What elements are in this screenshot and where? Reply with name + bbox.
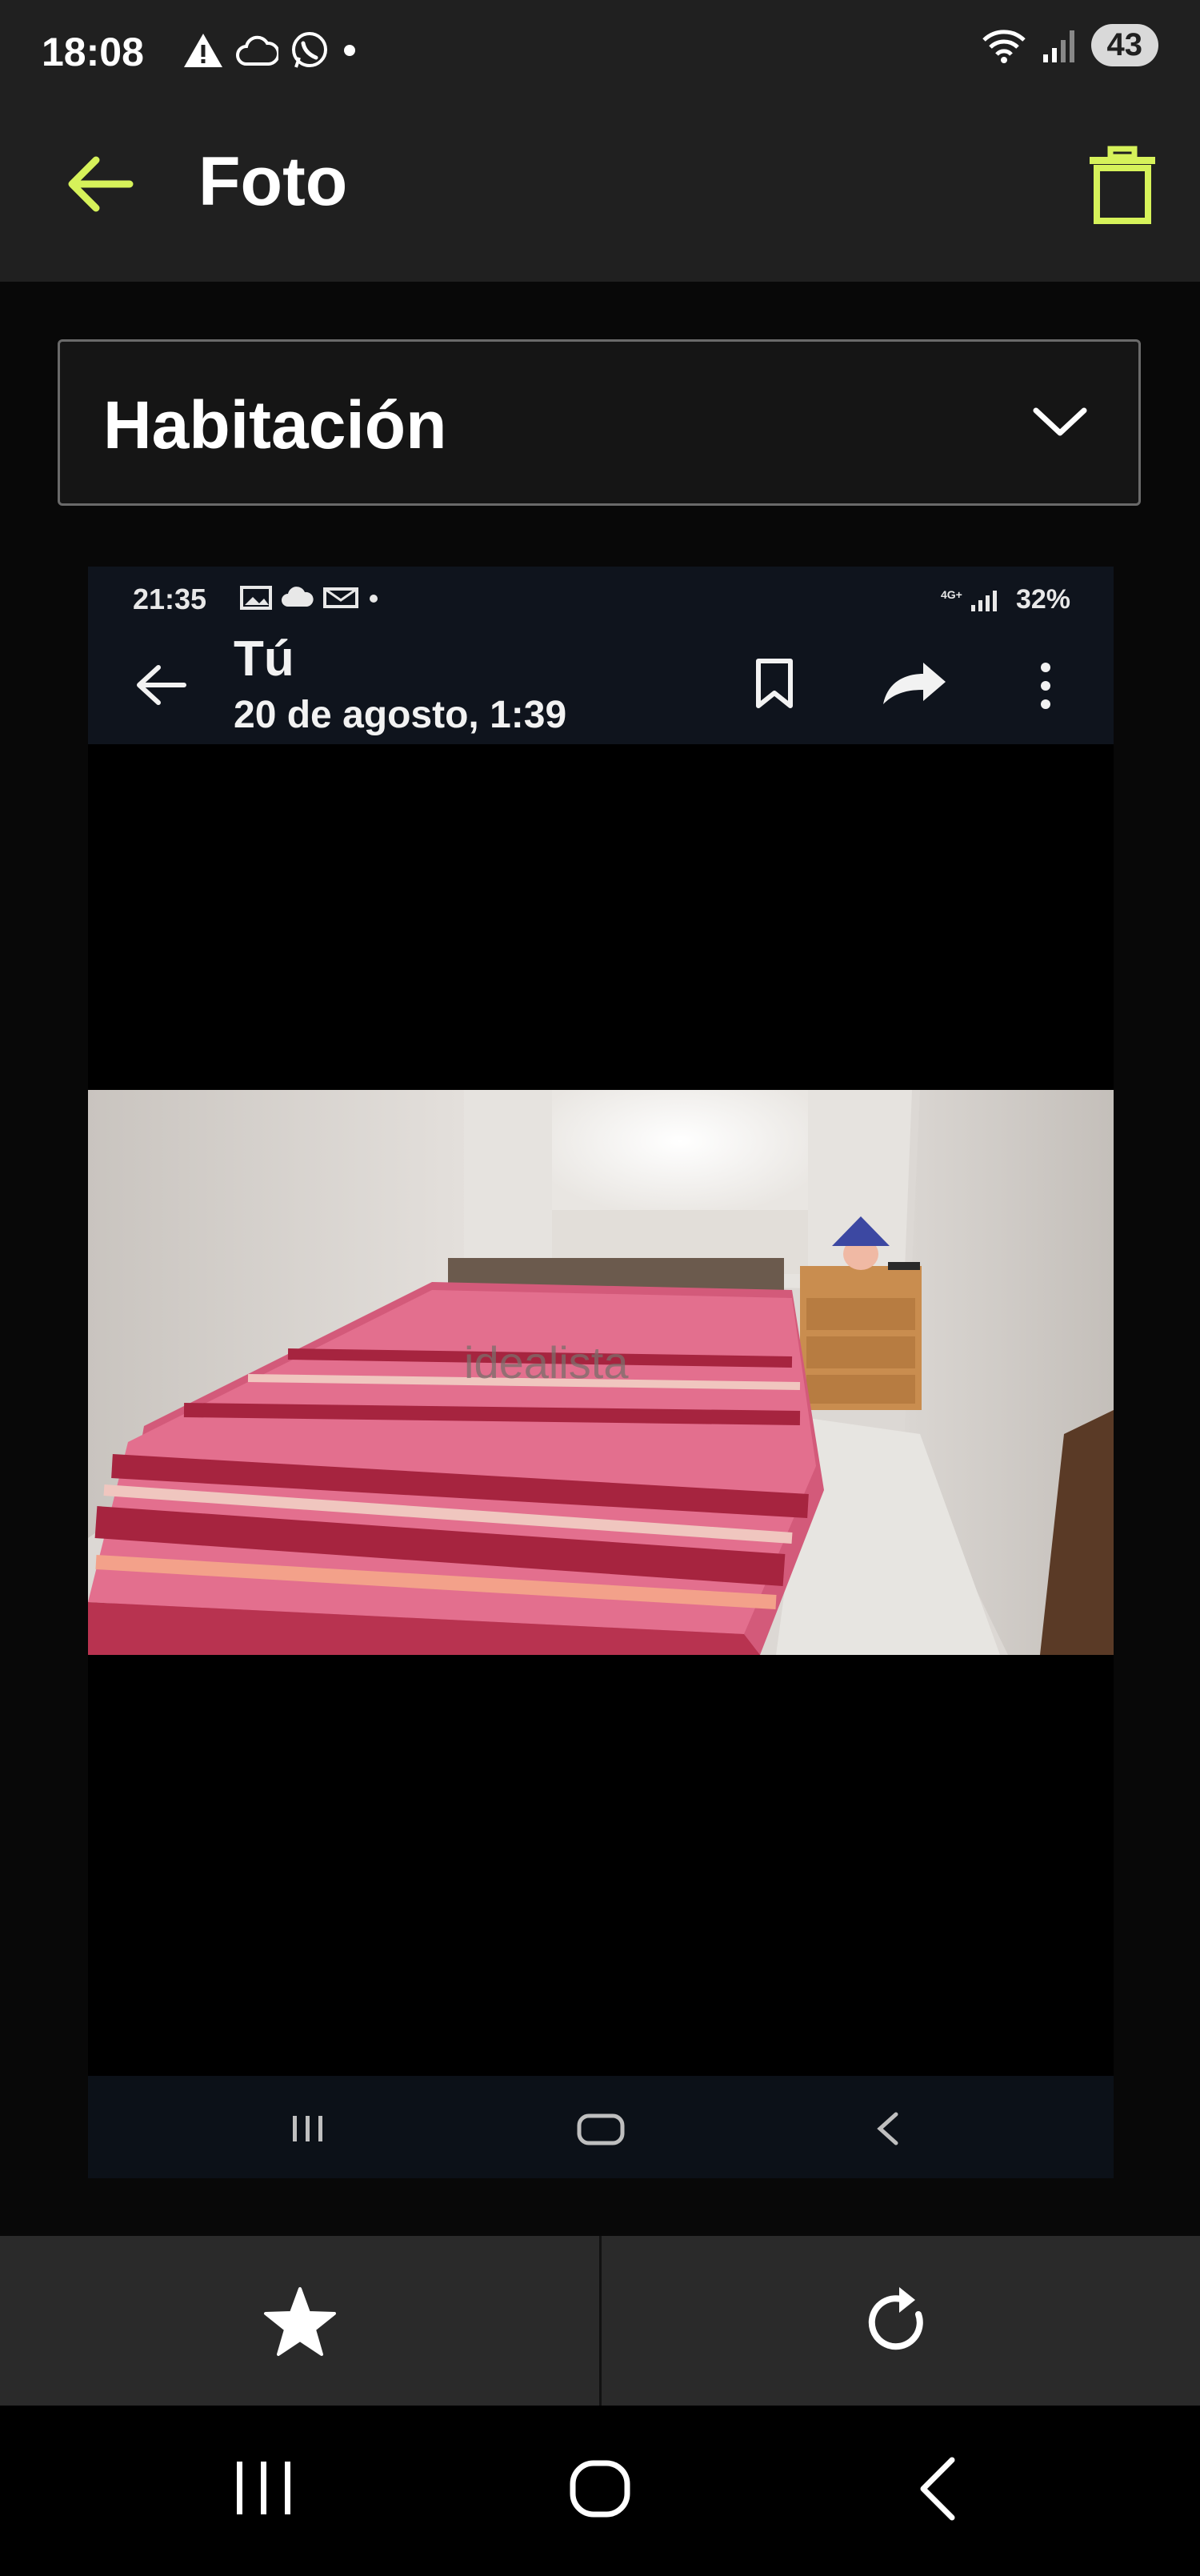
watermark: idealista — [464, 1337, 629, 1388]
app-header: 18:08 43 Foto — [0, 0, 1200, 282]
cloud-icon — [236, 35, 278, 66]
signal-icon — [1042, 30, 1074, 62]
recents-icon — [237, 2462, 290, 2514]
page-title: Foto — [198, 143, 348, 220]
bookmark-icon — [750, 656, 798, 712]
recents-button[interactable] — [224, 2454, 304, 2526]
bedroom-photo: idealista — [88, 1090, 1114, 1655]
embedded-header: 21:35 4G+ 32% Tú 20 de agosto, 1:39 — [88, 567, 1114, 744]
embedded-battery: 32% — [1015, 584, 1070, 615]
status-right: 43 — [981, 24, 1158, 66]
battery-indicator: 43 — [1090, 24, 1158, 66]
mail-icon — [323, 587, 358, 608]
image-icon — [240, 586, 272, 610]
share-icon — [878, 656, 950, 712]
signal-icon: 4G+ — [941, 588, 997, 611]
svg-text:4G+: 4G+ — [941, 588, 962, 601]
chevron-down-icon — [1030, 399, 1090, 444]
home-button[interactable] — [560, 2454, 640, 2526]
back-icon — [877, 2112, 898, 2145]
trash-icon — [1090, 146, 1155, 224]
home-icon — [570, 2460, 630, 2518]
arrow-left-icon — [68, 156, 134, 212]
embedded-nav-bar — [88, 2076, 1114, 2178]
star-icon — [264, 2287, 336, 2356]
rotate-icon — [868, 2287, 923, 2350]
category-select-value: Habitación — [103, 387, 447, 463]
dot-icon — [370, 595, 378, 603]
delete-button[interactable] — [1086, 146, 1158, 224]
embedded-status-time: 21:35 — [133, 583, 207, 615]
embedded-status-right: 4G+ 32% — [941, 584, 1070, 615]
status-time: 18:08 — [42, 30, 144, 74]
category-select[interactable]: Habitación — [58, 339, 1141, 506]
cloud-icon — [282, 587, 314, 607]
embedded-date: 20 de agosto, 1:39 — [234, 694, 567, 736]
wifi-icon — [982, 29, 1026, 63]
dot-icon — [344, 45, 355, 56]
home-icon — [577, 2113, 625, 2145]
more-vert-icon — [1034, 658, 1058, 714]
embedded-back-button — [133, 661, 189, 709]
back-icon — [920, 2457, 955, 2521]
whatsapp-icon — [292, 32, 327, 68]
warning-icon — [184, 34, 222, 67]
embedded-sender: Tú — [234, 631, 294, 687]
system-nav-bar — [0, 2406, 1200, 2576]
back-nav-button[interactable] — [896, 2454, 976, 2526]
rotate-button[interactable] — [602, 2236, 1200, 2406]
back-button[interactable] — [64, 152, 136, 216]
favorite-button[interactable] — [0, 2236, 599, 2406]
photo-preview: 21:35 4G+ 32% Tú 20 de agosto, 1:39 idea… — [88, 567, 1114, 2178]
action-bar — [0, 2236, 1200, 2406]
embedded-status-icons — [240, 586, 381, 610]
recents-icon — [293, 2116, 322, 2141]
arrow-left-icon — [137, 665, 186, 705]
status-icons-left — [182, 30, 358, 70]
